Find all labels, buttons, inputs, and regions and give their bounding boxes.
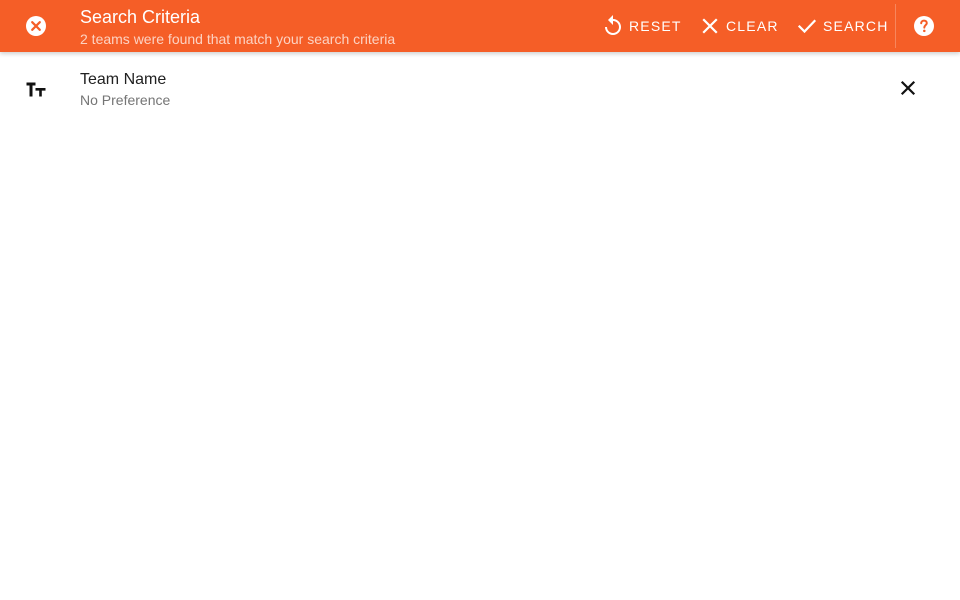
- clear-button-label: CLEAR: [726, 18, 779, 34]
- help-circle-icon: [914, 16, 934, 36]
- check-icon: [795, 14, 819, 38]
- title-block: Search Criteria 2 teams were found that …: [80, 6, 560, 49]
- app-bar: Search Criteria 2 teams were found that …: [0, 0, 960, 52]
- toolbar-divider: [895, 4, 896, 48]
- reset-button-label: RESET: [629, 18, 682, 34]
- results-summary: 2 teams were found that match your searc…: [80, 31, 396, 47]
- text-size-icon: [24, 78, 48, 102]
- close-button[interactable]: [14, 4, 58, 48]
- search-button[interactable]: SEARCH: [795, 9, 889, 43]
- criteria-label: Team Name: [80, 71, 167, 88]
- criteria-value: No Preference: [80, 92, 171, 108]
- close-circle-icon: [26, 16, 46, 36]
- page-title: Search Criteria: [80, 7, 201, 27]
- close-icon: [698, 14, 722, 38]
- reset-button[interactable]: RESET: [601, 9, 682, 43]
- reset-icon: [601, 14, 625, 38]
- close-icon: [900, 80, 916, 96]
- help-button[interactable]: [903, 5, 945, 47]
- remove-criteria-button[interactable]: [888, 68, 928, 108]
- clear-button[interactable]: CLEAR: [698, 9, 779, 43]
- search-button-label: SEARCH: [823, 18, 889, 34]
- criteria-text: Team Name No Preference: [80, 70, 170, 110]
- criteria-item-team-name[interactable]: Team Name No Preference: [0, 52, 960, 124]
